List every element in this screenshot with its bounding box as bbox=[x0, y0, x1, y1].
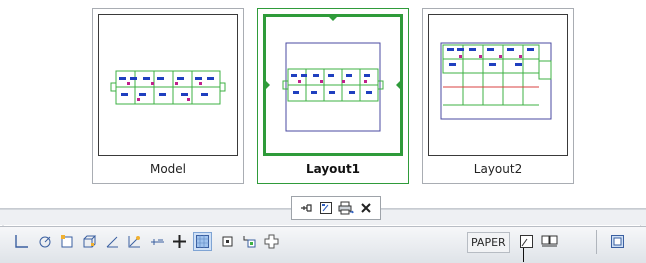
object-snap-icon[interactable] bbox=[58, 232, 77, 251]
dynamic-input-icon[interactable] bbox=[148, 232, 167, 251]
3d-object-snap-icon[interactable] bbox=[80, 232, 99, 251]
layout2-thumbnail bbox=[428, 14, 568, 156]
clean-screen-icon[interactable] bbox=[608, 232, 627, 251]
status-divider bbox=[596, 230, 597, 254]
layout1-thumbnail bbox=[263, 14, 403, 156]
layout-tab-layout1[interactable]: Layout1 bbox=[257, 8, 409, 184]
model-paper-space-toggle[interactable]: PAPER bbox=[467, 232, 510, 253]
dynamic-ucs-icon[interactable] bbox=[125, 232, 144, 251]
annotation-monitor-icon[interactable] bbox=[262, 232, 281, 251]
transparency-icon[interactable] bbox=[193, 232, 212, 251]
layout-tab-label: Layout1 bbox=[305, 162, 361, 176]
model-thumbnail bbox=[98, 14, 238, 156]
selection-cycling-icon[interactable] bbox=[240, 232, 259, 251]
layout-tab-model[interactable]: Model bbox=[92, 8, 244, 184]
layout-popup-toolbar bbox=[291, 196, 381, 220]
close-icon[interactable] bbox=[357, 199, 375, 217]
polar-tracking-icon[interactable] bbox=[36, 232, 55, 251]
quick-view-layouts-icon[interactable] bbox=[540, 232, 559, 251]
snap-icon[interactable] bbox=[12, 232, 31, 251]
maximize-viewport-icon[interactable] bbox=[517, 232, 536, 251]
page-setup-icon[interactable] bbox=[317, 199, 335, 217]
layout-tab-label: Layout2 bbox=[473, 162, 523, 176]
lineweight-icon[interactable] bbox=[170, 232, 189, 251]
quick-properties-icon[interactable] bbox=[218, 232, 237, 251]
object-snap-tracking-icon[interactable] bbox=[103, 232, 122, 251]
status-bar: PAPER bbox=[0, 226, 646, 263]
plot-icon[interactable] bbox=[337, 199, 355, 217]
mouse-pointer bbox=[523, 248, 524, 262]
pin-icon[interactable] bbox=[297, 199, 315, 217]
layout-tab-label: Model bbox=[149, 162, 187, 176]
layout-tab-layout2[interactable]: Layout2 bbox=[422, 8, 574, 184]
